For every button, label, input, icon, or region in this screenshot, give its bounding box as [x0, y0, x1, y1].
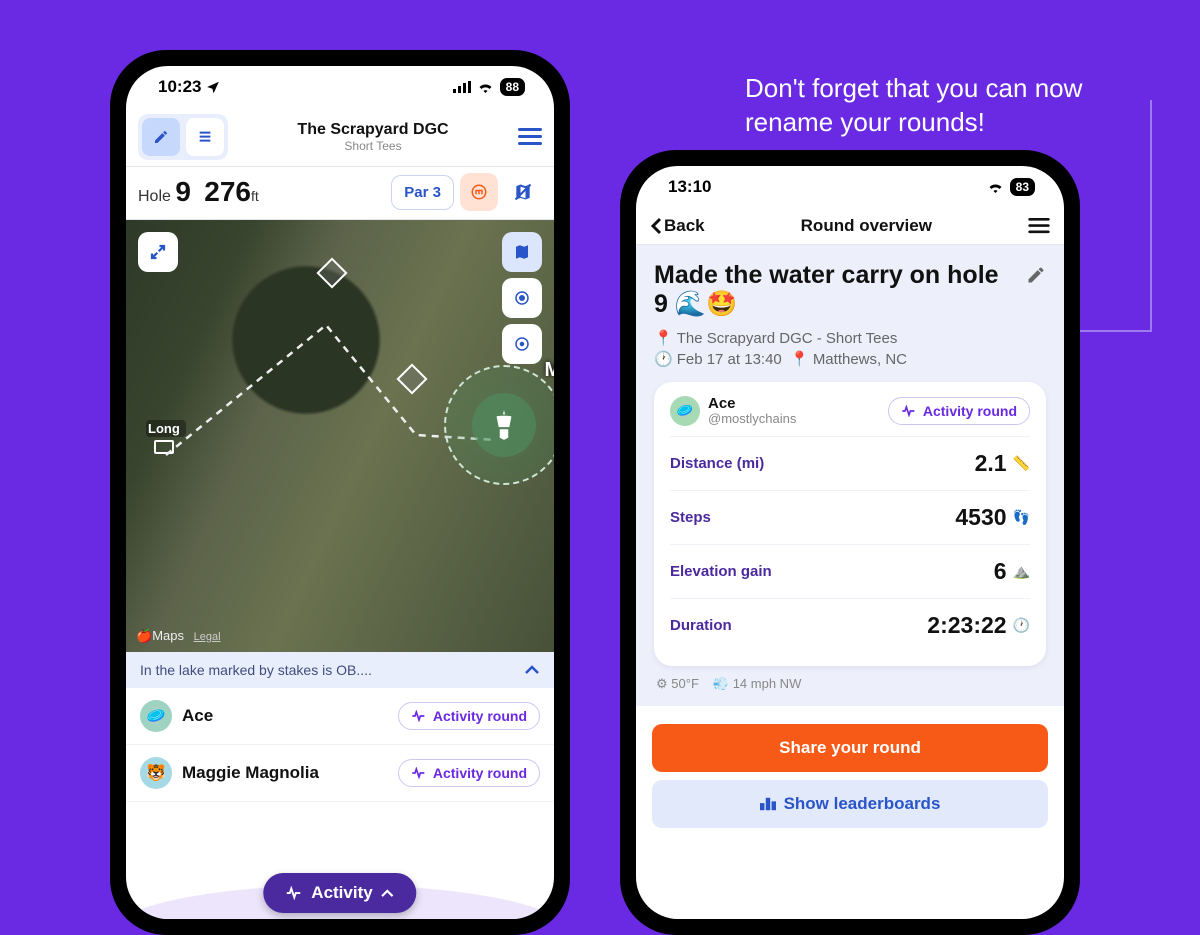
map-layers-button[interactable]: [502, 232, 542, 272]
footsteps-icon: 👣: [1013, 509, 1030, 526]
callout-line: [1150, 100, 1152, 330]
round-name: Made the water carry on hole 9 🌊🤩: [654, 261, 1046, 319]
pulse-icon: [901, 405, 917, 417]
hole-label: Hole: [138, 188, 171, 205]
hole-number: 9: [175, 176, 191, 207]
player-row[interactable]: 🐯 Maggie Magnolia Activity round: [126, 745, 554, 802]
basket-label: Main: [544, 359, 554, 382]
app-header: The Scrapyard DGC Short Tees: [126, 108, 554, 167]
stat-value-elevation: 6: [994, 558, 1007, 585]
activity-round-tag[interactable]: Activity round: [398, 702, 540, 730]
overview-header: Back Round overview: [636, 208, 1064, 245]
map-attribution: 🍎Maps Legal: [136, 628, 221, 644]
activity-fab-button[interactable]: Activity: [263, 873, 416, 913]
activity-tag-label: Activity round: [923, 403, 1017, 419]
battery-icon: 83: [1010, 178, 1035, 196]
rename-hint: Don't forget that you can now rename you…: [745, 72, 1145, 140]
player-name: Maggie Magnolia: [182, 763, 319, 783]
basket-icon: [472, 393, 536, 457]
user-handle: @mostlychains: [708, 411, 796, 426]
clock-icon: 🕐: [1013, 617, 1030, 634]
course-title: The Scrapyard DGC: [297, 121, 448, 139]
player-name: Ace: [182, 706, 213, 726]
stat-label-steps: Steps: [670, 509, 711, 526]
stat-value-duration: 2:23:22: [927, 612, 1006, 639]
hole-note[interactable]: In the lake marked by stakes is OB....: [126, 652, 554, 688]
status-time: 10:23: [158, 77, 201, 97]
status-bar: 13:10 83: [636, 166, 1064, 208]
avatar: 🥏: [670, 396, 700, 426]
activity-round-tag[interactable]: Activity round: [398, 759, 540, 787]
stat-value-steps: 4530: [955, 504, 1006, 531]
elevation-icon: ⛰️: [1013, 563, 1030, 580]
fab-label: Activity: [311, 883, 372, 903]
back-label: Back: [664, 216, 705, 236]
stat-label-duration: Duration: [670, 617, 732, 634]
phone-right: 13:10 83 Back Round overview Made the wa…: [620, 150, 1080, 935]
location-arrow-icon: [206, 80, 220, 94]
ruler-icon: 📏: [1013, 455, 1030, 472]
pulse-icon: [411, 767, 427, 779]
hole-distance: 276: [204, 176, 251, 207]
back-button[interactable]: Back: [650, 216, 705, 236]
edit-name-button[interactable]: [1026, 265, 1046, 285]
cellular-icon: [453, 81, 471, 93]
leaderboard-icon: [760, 797, 776, 811]
stat-label-elevation: Elevation gain: [670, 563, 772, 580]
battery-icon: 88: [500, 78, 525, 96]
status-bar: 10:23 88: [126, 66, 554, 108]
weather-info: ⚙ 50°F 💨 14 mph NW: [656, 676, 1044, 692]
par-button[interactable]: Par 3: [391, 175, 454, 210]
map-legal-link[interactable]: Legal: [194, 631, 221, 643]
gear-icon: ⚙: [656, 676, 668, 691]
list-mode-button[interactable]: [186, 118, 224, 156]
avatar: 🐯: [140, 757, 172, 789]
stat-value-distance: 2.1: [975, 450, 1007, 477]
menu-button[interactable]: [1028, 218, 1050, 234]
map-toggle-button[interactable]: [504, 173, 542, 211]
share-round-button[interactable]: Share your round: [652, 724, 1048, 772]
leaderboard-label: Show leaderboards: [784, 794, 941, 814]
avatar: 🥏: [140, 700, 172, 732]
wifi-icon: [987, 181, 1004, 193]
wind-icon: 💨: [713, 676, 729, 691]
stat-label-distance: Distance (mi): [670, 455, 764, 472]
expand-map-button[interactable]: [138, 232, 178, 272]
hole-unit: ft: [251, 188, 259, 204]
chevron-up-icon: [381, 889, 395, 898]
pin-icon: 📍: [654, 330, 673, 347]
basket-mode-button[interactable]: [460, 173, 498, 211]
pulse-icon: [285, 886, 303, 900]
chevron-up-icon: [524, 665, 540, 675]
status-time: 13:10: [668, 177, 711, 197]
stats-card: 🥏 Ace @mostlychains Activity round: [654, 382, 1046, 666]
user-name: Ace: [708, 396, 796, 411]
hole-note-text: In the lake marked by stakes is OB....: [140, 662, 372, 678]
datetime-meta: 🕐Feb 17 at 13:40 📍Matthews, NC: [654, 350, 1046, 368]
apple-logo-icon: 🍎: [136, 628, 152, 643]
phone-left: 10:23 88: [110, 50, 570, 935]
edit-mode-button[interactable]: [142, 118, 180, 156]
clock-icon: 🕐: [654, 351, 673, 368]
player-row[interactable]: 🥏 Ace Activity round: [126, 688, 554, 745]
pulse-icon: [411, 710, 427, 722]
activity-tag-label: Activity round: [433, 765, 527, 781]
hole-bar: Hole 9 276ft Par 3: [126, 167, 554, 220]
course-meta: 📍The Scrapyard DGC - Short Tees: [654, 329, 1046, 347]
location-icon: 📍: [790, 351, 809, 368]
page-title: Round overview: [801, 216, 932, 236]
menu-button[interactable]: [518, 128, 542, 146]
show-leaderboards-button[interactable]: Show leaderboards: [652, 780, 1048, 828]
map-area[interactable]: Long Main 🍎Maps Legal: [126, 220, 554, 652]
activity-round-tag[interactable]: Activity round: [888, 397, 1030, 425]
activity-tag-label: Activity round: [433, 708, 527, 724]
wifi-icon: [477, 81, 494, 93]
course-subtitle: Short Tees: [297, 139, 448, 153]
basket-target[interactable]: Main: [444, 365, 554, 485]
